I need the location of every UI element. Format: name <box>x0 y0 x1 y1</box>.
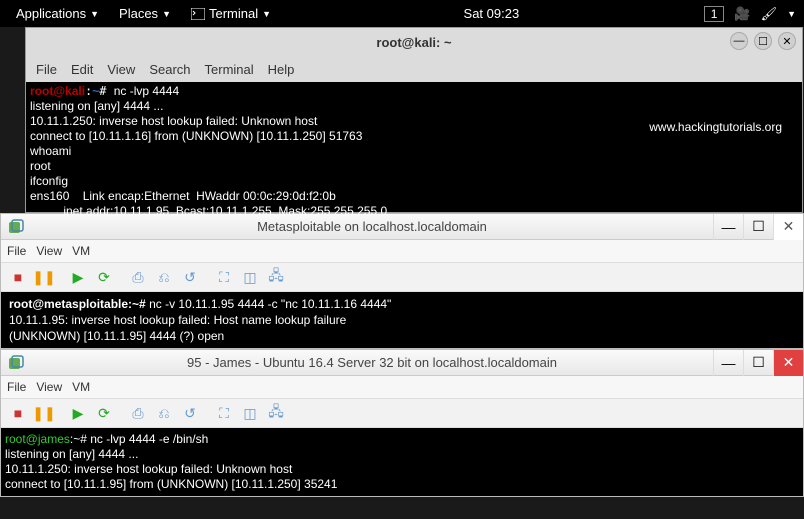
terminal-menubar: File Edit View Search Terminal Help <box>26 56 802 82</box>
play-icon[interactable]: ▶ <box>67 266 89 288</box>
menu-help[interactable]: Help <box>268 62 295 77</box>
applications-menu[interactable]: Applications▼ <box>8 4 107 23</box>
play-icon[interactable]: ▶ <box>67 402 89 424</box>
menu-terminal[interactable]: Terminal <box>205 62 254 77</box>
watermark: www.hackingtutorials.org <box>649 120 782 135</box>
minimize-button[interactable]: — <box>713 350 743 376</box>
vmware-menubar: File View VM <box>1 376 803 398</box>
menu-file[interactable]: File <box>7 244 26 258</box>
stop-icon[interactable]: ■ <box>7 402 29 424</box>
menu-view[interactable]: View <box>36 380 62 394</box>
snapshot-manager-icon[interactable]: ⎌ <box>153 266 175 288</box>
places-menu[interactable]: Places▼ <box>111 4 179 23</box>
pause-icon[interactable]: ❚❚ <box>33 266 55 288</box>
menu-search[interactable]: Search <box>149 62 190 77</box>
snapshot-manager-icon[interactable]: ⎌ <box>153 402 175 424</box>
terminal-menu[interactable]: Terminal▼ <box>183 4 279 23</box>
terminal-output[interactable]: root@james:~# nc -lvp 4444 -e /bin/sh li… <box>1 428 803 496</box>
titlebar[interactable]: 95 - James - Ubuntu 16.4 Server 32 bit o… <box>1 350 803 376</box>
snapshot-icon[interactable]: ⎙ <box>127 402 149 424</box>
vmware-icon <box>7 354 25 372</box>
minimize-button[interactable]: — <box>730 32 748 50</box>
devices-icon[interactable]: 🖧 <box>265 402 287 424</box>
window-title: root@kali: ~ <box>376 35 451 50</box>
maximize-button[interactable]: ☐ <box>754 32 772 50</box>
workspace-indicator[interactable]: 1 <box>704 6 725 22</box>
vmware-metasploitable-window: Metasploitable on localhost.localdomain … <box>0 213 804 349</box>
terminal-output[interactable]: root@metasploitable:~# nc -v 10.11.1.95 … <box>1 292 803 348</box>
close-button[interactable]: ✕ <box>773 350 803 376</box>
terminal-icon <box>191 8 205 20</box>
vmware-toolbar: ■ ❚❚ ▶ ⟳ ⎙ ⎌ ↺ ⛶ ◫ 🖧 <box>1 398 803 428</box>
maximize-button[interactable]: ☐ <box>743 214 773 240</box>
maximize-button[interactable]: ☐ <box>743 350 773 376</box>
pause-icon[interactable]: ❚❚ <box>33 402 55 424</box>
vmware-toolbar: ■ ❚❚ ▶ ⟳ ⎙ ⎌ ↺ ⛶ ◫ 🖧 <box>1 262 803 292</box>
close-button[interactable]: ✕ <box>773 214 803 240</box>
window-title: 95 - James - Ubuntu 16.4 Server 32 bit o… <box>31 355 713 370</box>
video-icon[interactable]: 🎥 <box>734 6 750 22</box>
menu-edit[interactable]: Edit <box>71 62 93 77</box>
menu-vm[interactable]: VM <box>72 380 90 394</box>
vmware-icon <box>7 218 25 236</box>
unity-icon[interactable]: ◫ <box>239 266 261 288</box>
window-title: Metasploitable on localhost.localdomain <box>31 219 713 234</box>
terminal-output[interactable]: root@kali:~# nc -lvp 4444 listening on [… <box>26 82 802 212</box>
revert-icon[interactable]: ↺ <box>179 266 201 288</box>
restart-icon[interactable]: ⟳ <box>93 402 115 424</box>
revert-icon[interactable]: ↺ <box>179 402 201 424</box>
menu-view[interactable]: View <box>36 244 62 258</box>
vmware-james-window: 95 - James - Ubuntu 16.4 Server 32 bit o… <box>0 349 804 497</box>
devices-icon[interactable]: 🖧 <box>265 266 287 288</box>
unity-icon[interactable]: ◫ <box>239 402 261 424</box>
transparency-icon[interactable]: 🖌 <box>761 6 778 22</box>
snapshot-icon[interactable]: ⎙ <box>127 266 149 288</box>
titlebar[interactable]: root@kali: ~ — ☐ ✕ <box>26 28 802 56</box>
titlebar[interactable]: Metasploitable on localhost.localdomain … <box>1 214 803 240</box>
menu-view[interactable]: View <box>107 62 135 77</box>
vmware-menubar: File View VM <box>1 240 803 262</box>
clock[interactable]: Sat 09:23 <box>464 6 520 21</box>
menu-vm[interactable]: VM <box>72 244 90 258</box>
minimize-button[interactable]: — <box>713 214 743 240</box>
menu-file[interactable]: File <box>36 62 57 77</box>
system-menu[interactable]: ▼ <box>787 9 796 19</box>
fullscreen-icon[interactable]: ⛶ <box>213 266 235 288</box>
close-button[interactable]: ✕ <box>778 32 796 50</box>
stop-icon[interactable]: ■ <box>7 266 29 288</box>
kali-terminal-window: root@kali: ~ — ☐ ✕ File Edit View Search… <box>25 27 803 213</box>
restart-icon[interactable]: ⟳ <box>93 266 115 288</box>
fullscreen-icon[interactable]: ⛶ <box>213 402 235 424</box>
gnome-top-bar: Applications▼ Places▼ Terminal▼ Sat 09:2… <box>0 0 804 27</box>
menu-file[interactable]: File <box>7 380 26 394</box>
